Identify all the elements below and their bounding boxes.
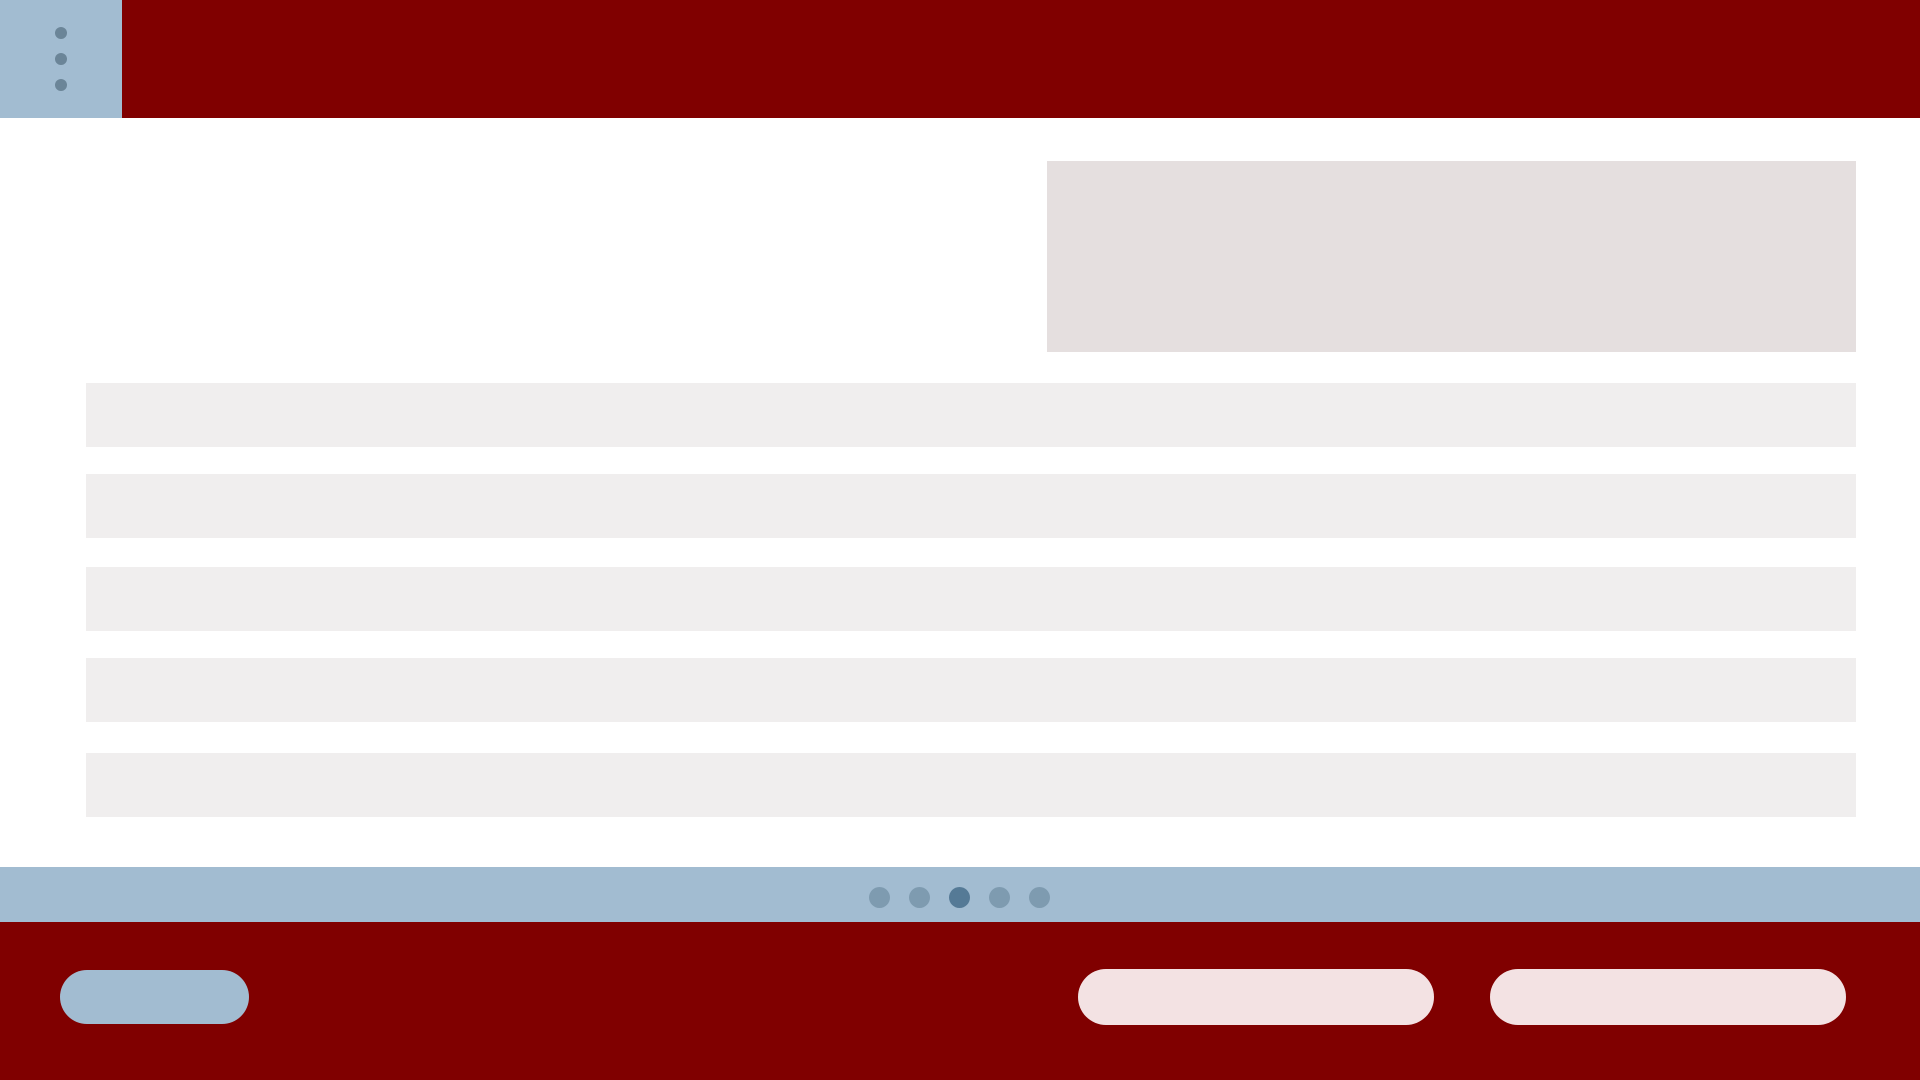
kebab-menu-icon-dot [55, 79, 67, 91]
list-item[interactable] [86, 658, 1856, 722]
page-dot-4[interactable] [989, 887, 1010, 908]
app-window [0, 0, 1920, 1080]
list-item[interactable] [86, 567, 1856, 631]
page-dot-3-active[interactable] [949, 887, 970, 908]
secondary-action-button[interactable] [60, 970, 249, 1024]
page-dot-5[interactable] [1029, 887, 1050, 908]
action-button-1[interactable] [1078, 969, 1434, 1025]
page-dot-1[interactable] [869, 887, 890, 908]
list-item[interactable] [86, 383, 1856, 447]
kebab-menu-icon-dot [55, 53, 67, 65]
hero-placeholder [1047, 161, 1856, 352]
menu-button[interactable] [0, 0, 122, 118]
list-item[interactable] [86, 474, 1856, 538]
action-button-2[interactable] [1490, 969, 1846, 1025]
top-app-bar [0, 0, 1920, 118]
page-dot-2[interactable] [909, 887, 930, 908]
list-item[interactable] [86, 753, 1856, 817]
kebab-menu-icon [55, 27, 67, 39]
